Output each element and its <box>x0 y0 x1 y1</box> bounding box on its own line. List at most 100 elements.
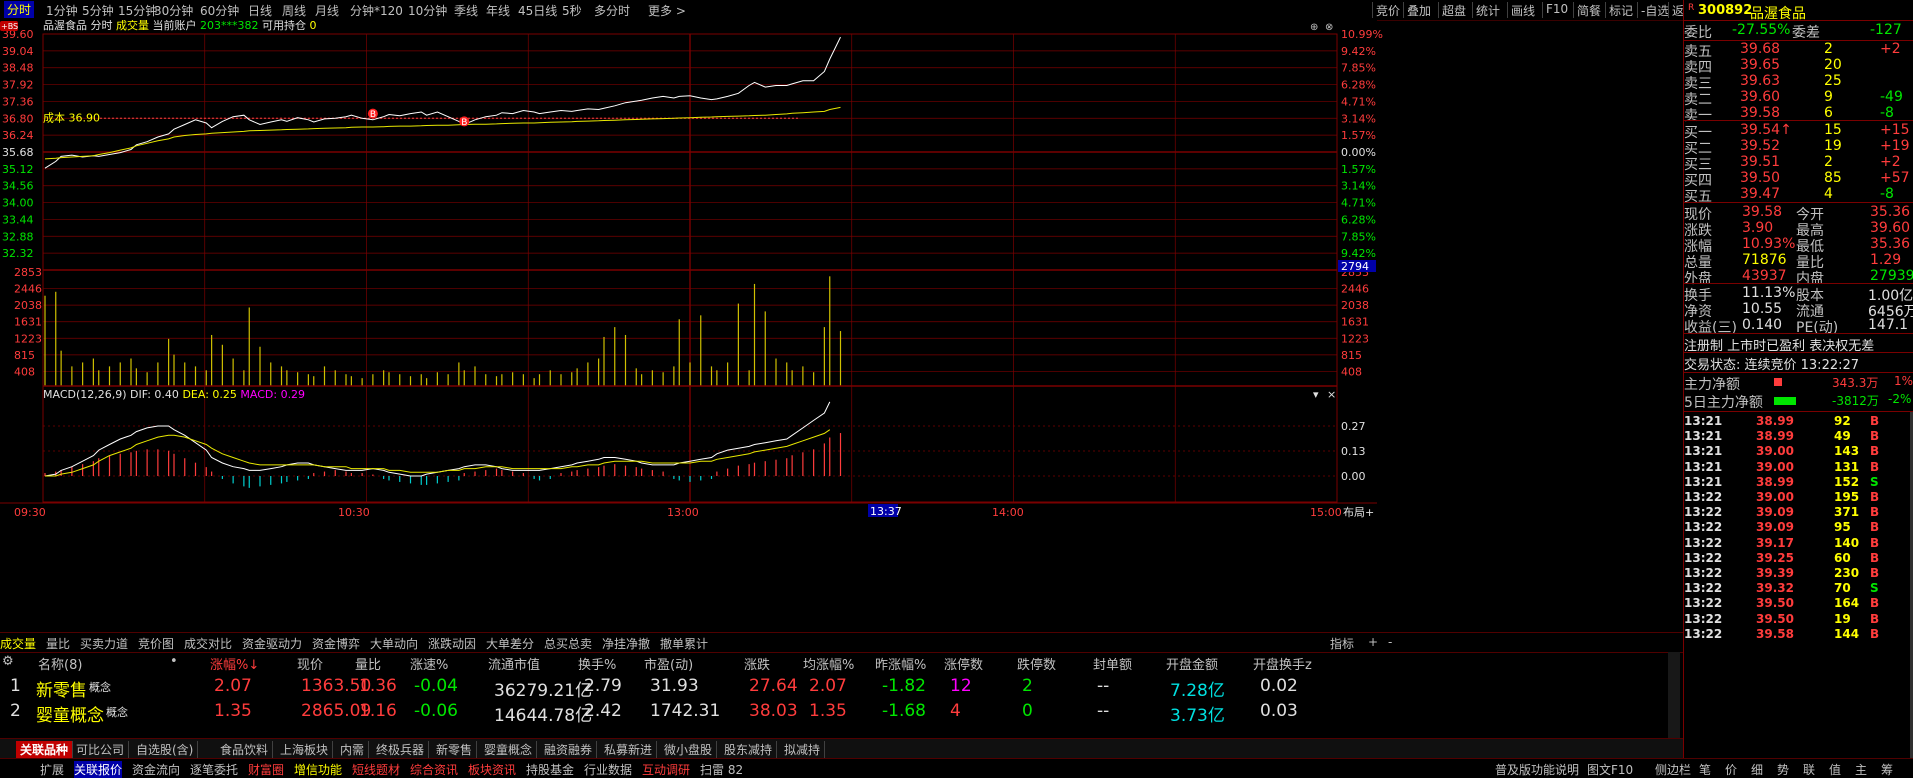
ext-right-8[interactable]: 值 <box>1829 761 1841 778</box>
ext-tab-1[interactable]: 关联报价 <box>74 761 123 778</box>
related-tab-10[interactable]: 私募新进 <box>604 741 658 758</box>
ext-tab-0[interactable]: 扩展 <box>40 761 64 778</box>
table-header-9[interactable]: 昨涨幅% <box>875 654 926 673</box>
ext-right-5[interactable]: 细 <box>1751 761 1763 778</box>
ext-tab-10[interactable]: 行业数据 <box>584 761 632 778</box>
related-tab-2[interactable]: 自选股(含) <box>136 741 199 758</box>
tool-1[interactable]: 叠加 <box>1407 2 1431 19</box>
indicator-tab-0[interactable]: 成交量 <box>0 635 36 652</box>
tool-7[interactable]: 标记 <box>1609 2 1633 19</box>
chart-add-icon[interactable]: ⊕ <box>1310 22 1318 33</box>
related-tab-13[interactable]: 拟减持 <box>784 741 826 758</box>
period-3[interactable]: 15分钟 <box>118 2 157 19</box>
period-5[interactable]: 60分钟 <box>200 2 239 19</box>
ext-tab-12[interactable]: 扫雷 82 <box>700 761 743 778</box>
indicator-tab-2[interactable]: 买卖力道 <box>80 635 128 652</box>
indicator-tab-1[interactable]: 量比 <box>46 635 70 652</box>
period-6[interactable]: 日线 <box>248 2 272 19</box>
ext-tab-6[interactable]: 短线题材 <box>352 761 400 778</box>
period-8[interactable]: 月线 <box>315 2 339 19</box>
related-tab-1[interactable]: 可比公司 <box>76 741 130 758</box>
table-header-3[interactable]: 涨速% <box>410 654 448 673</box>
table-header-2[interactable]: 量比 <box>355 654 381 673</box>
table-header-1[interactable]: 现价 <box>297 654 323 673</box>
related-tab-11[interactable]: 微小盘股 <box>664 741 718 758</box>
indicator-tab-4[interactable]: 成交对比 <box>184 635 232 652</box>
period-11[interactable]: 季线 <box>454 2 478 19</box>
tool-2[interactable]: 超盘 <box>1442 2 1466 19</box>
chart-close-icon[interactable]: ⊗ <box>1325 22 1333 33</box>
table-scrollbar[interactable] <box>1668 652 1680 738</box>
table-header-8[interactable]: 均涨幅% <box>803 654 854 673</box>
related-tab-3[interactable]: 食品饮料 <box>220 741 274 758</box>
related-tab-8[interactable]: 婴童概念 <box>484 741 538 758</box>
macd-close-icon[interactable]: × <box>1327 388 1336 401</box>
period-12[interactable]: 年线 <box>486 2 510 19</box>
intraday-chart[interactable]: 39.60 10.99%39.04 9.42%38.48 7.85%37.92 6.28… <box>0 20 1632 620</box>
table-header-4[interactable]: 流通市值 <box>488 654 540 673</box>
table-header-0[interactable]: 涨幅%↓ <box>210 654 259 673</box>
indicator-tab-3[interactable]: 竞价图 <box>138 635 174 652</box>
indicator-tab-6[interactable]: 资金博弈 <box>312 635 360 652</box>
ext-right-10[interactable]: 筹 <box>1881 761 1893 778</box>
related-tab-4[interactable]: 上海板块 <box>280 741 334 758</box>
table-header-12[interactable]: 封单额 <box>1093 654 1132 673</box>
bs-badge[interactable]: +BS <box>1 22 18 31</box>
indicator-tool-2[interactable]: - <box>1388 635 1392 649</box>
period-13[interactable]: 45日线 <box>518 2 557 19</box>
period-14[interactable]: 5秒 <box>562 2 582 19</box>
period-15[interactable]: 多分时 <box>594 2 630 19</box>
ext-right-0[interactable]: 普及版功能说明 <box>1495 761 1579 778</box>
period-9[interactable]: 分钟*120 <box>350 2 403 19</box>
indicator-tool-1[interactable]: + <box>1368 635 1378 649</box>
ext-right-3[interactable]: 笔 <box>1699 761 1711 778</box>
row-name[interactable]: 新零售 <box>36 676 87 701</box>
ext-tab-11[interactable]: 互动调研 <box>642 761 690 778</box>
ext-right-4[interactable]: 价 <box>1725 761 1737 778</box>
related-tab-9[interactable]: 融资融券 <box>544 741 598 758</box>
ext-tab-9[interactable]: 持股基金 <box>526 761 574 778</box>
ext-tab-2[interactable]: 资金流向 <box>132 761 180 778</box>
ext-right-9[interactable]: 主 <box>1855 761 1867 778</box>
tool-4[interactable]: 画线 <box>1511 2 1535 19</box>
ext-right-2[interactable]: 侧边栏 <box>1655 761 1691 778</box>
ext-right-7[interactable]: 联 <box>1803 761 1815 778</box>
ext-tab-7[interactable]: 综合资讯 <box>410 761 458 778</box>
related-tab-5[interactable]: 内需 <box>340 741 370 758</box>
period-10[interactable]: 10分钟 <box>408 2 447 19</box>
macd-dropdown-icon[interactable]: ▾ <box>1313 388 1319 401</box>
indicator-tool-0[interactable]: 指标 <box>1330 635 1354 652</box>
table-header-13[interactable]: 开盘金额 <box>1166 654 1218 673</box>
table-header-10[interactable]: 涨停数 <box>944 654 983 673</box>
table-header-7[interactable]: 涨跌 <box>744 654 770 673</box>
tool-5[interactable]: F10 <box>1546 2 1568 16</box>
ext-tab-4[interactable]: 财富圈 <box>248 761 284 778</box>
indicator-tab-11[interactable]: 净挂净撤 <box>602 635 650 652</box>
layout-button[interactable]: 布局+ <box>1343 506 1374 519</box>
tool-3[interactable]: 统计 <box>1476 2 1500 19</box>
period-1[interactable]: 1分钟 <box>46 2 78 19</box>
tool-0[interactable]: 竞价 <box>1376 2 1400 19</box>
related-tab-6[interactable]: 终极兵器 <box>376 741 430 758</box>
indicator-tab-8[interactable]: 涨跌动因 <box>428 635 476 652</box>
table-header-5[interactable]: 换手% <box>578 654 616 673</box>
indicator-tab-12[interactable]: 撤单累计 <box>660 635 708 652</box>
period-7[interactable]: 周线 <box>282 2 306 19</box>
ext-tab-5[interactable]: 增信功能 <box>294 761 342 778</box>
table-header-11[interactable]: 跌停数 <box>1017 654 1056 673</box>
period-0[interactable]: 分时 <box>4 1 35 18</box>
ext-right-1[interactable]: 图文F10 <box>1587 761 1633 778</box>
period-2[interactable]: 5分钟 <box>82 2 114 19</box>
row-name[interactable]: 婴童概念 <box>36 701 104 726</box>
table-settings-icon[interactable]: ⚙ <box>2 654 14 669</box>
ext-tab-8[interactable]: 板块资讯 <box>468 761 516 778</box>
table-header-14[interactable]: 开盘换手z <box>1253 654 1312 673</box>
indicator-tab-9[interactable]: 大单差分 <box>486 635 534 652</box>
related-tab-12[interactable]: 股东减持 <box>724 741 778 758</box>
period-16[interactable]: 更多 > <box>648 2 686 19</box>
related-tab-0[interactable]: 关联品种 <box>16 741 74 758</box>
tool-6[interactable]: 简餐 <box>1577 2 1601 19</box>
indicator-tab-5[interactable]: 资金驱动力 <box>242 635 302 652</box>
period-4[interactable]: 30分钟 <box>154 2 193 19</box>
related-tab-7[interactable]: 新零售 <box>436 741 478 758</box>
